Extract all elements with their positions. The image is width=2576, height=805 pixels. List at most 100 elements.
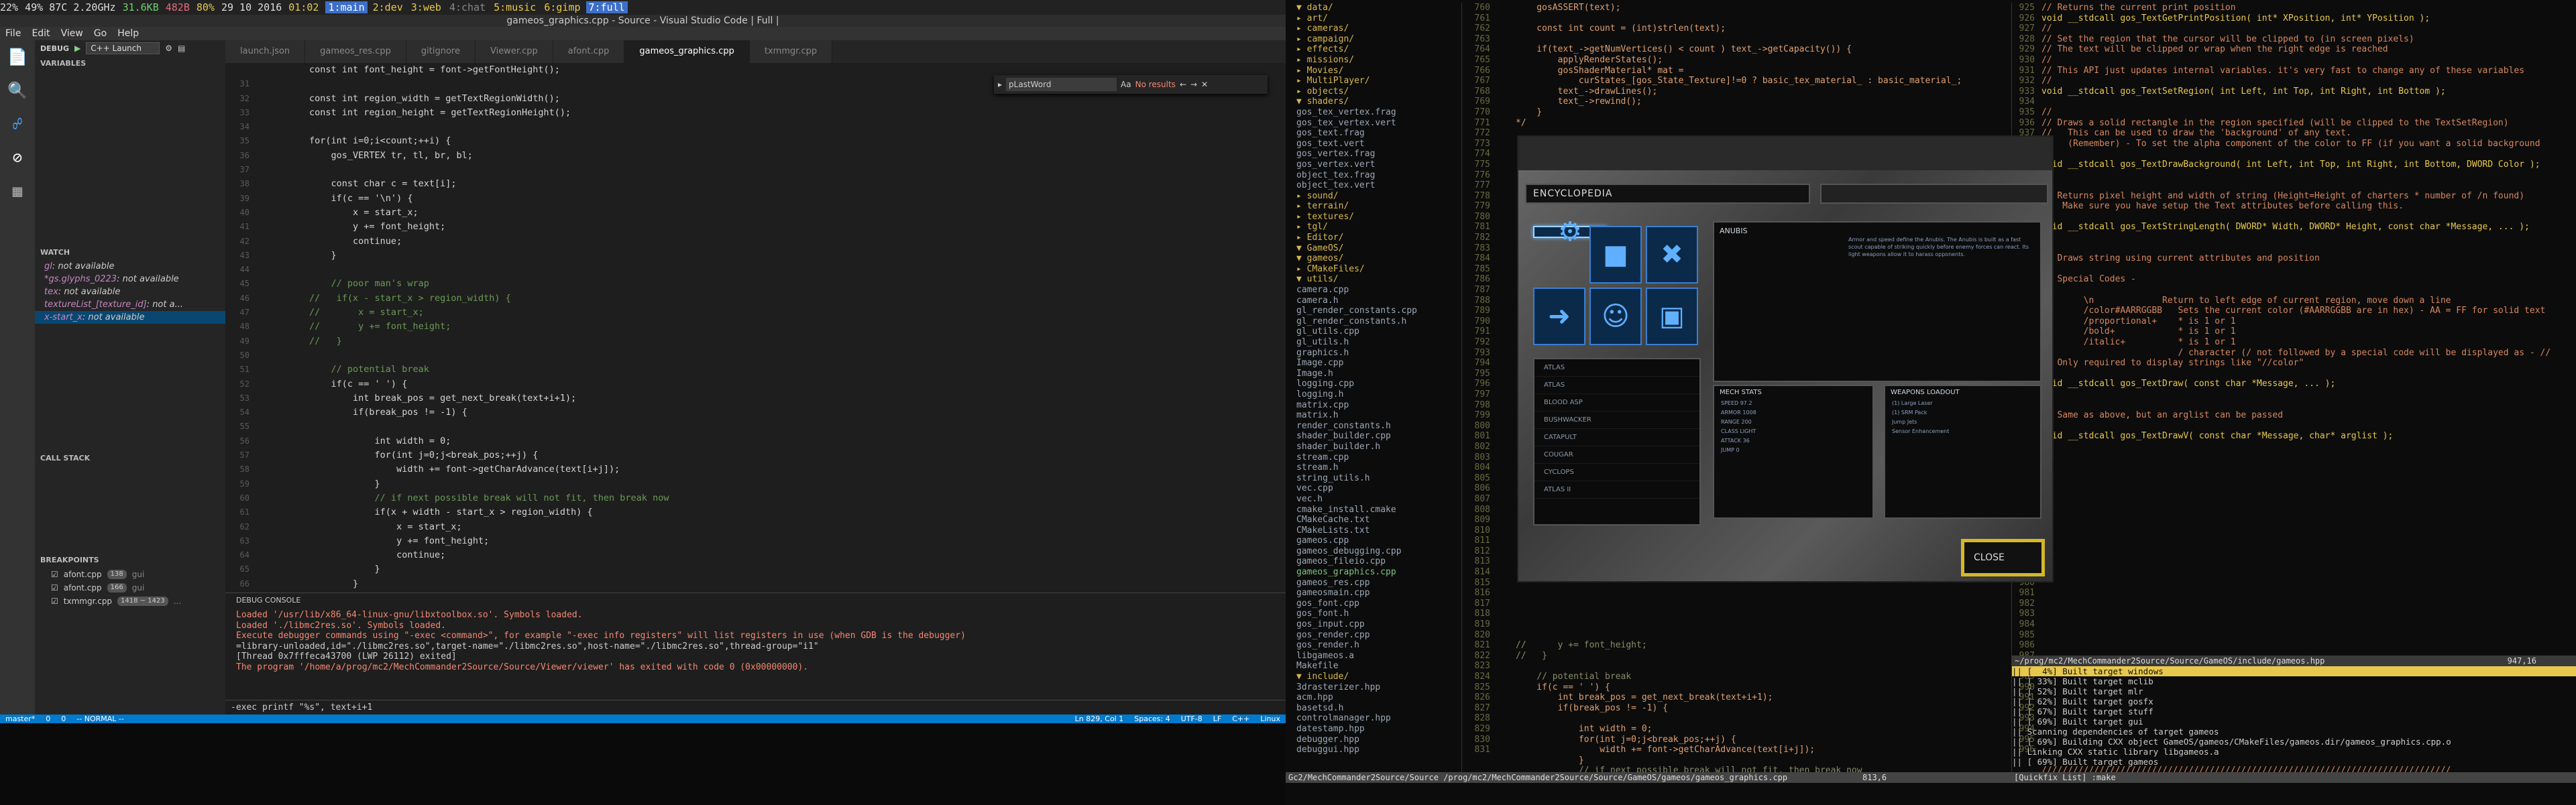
search-icon[interactable]: 🔍 bbox=[0, 74, 35, 107]
code-line[interactable] bbox=[1516, 661, 1999, 672]
unit-list-item[interactable]: COUGAR bbox=[1534, 446, 1699, 464]
code-line[interactable]: // /color#AARRGGBB Sets the current colo… bbox=[2041, 306, 2571, 316]
code-line[interactable]: gosASSERT(text); bbox=[1516, 3, 1999, 13]
code-line[interactable]: gos_VERTEX tr, tl, br, bl; bbox=[266, 149, 1272, 163]
code-line[interactable]: // potential break bbox=[1516, 672, 1999, 682]
code-line[interactable]: // \n Return to left edge of current reg… bbox=[2041, 296, 2571, 306]
tree-item[interactable]: gos_font.cpp bbox=[1296, 599, 1467, 609]
code-line[interactable]: // bbox=[2041, 55, 2571, 66]
quickfix-item[interactable]: || [ 52%] Built target mlr bbox=[2012, 686, 2576, 696]
watch-item-selected[interactable]: x-start_x: not available bbox=[35, 311, 225, 324]
tree-item[interactable]: render_constants.h bbox=[1296, 421, 1467, 432]
tree-item[interactable]: matrix.cpp bbox=[1296, 400, 1467, 411]
code-line[interactable]: // if(x - start_x > region_width) { bbox=[266, 292, 1272, 306]
quickfix-item[interactable]: || Scanning dependencies of target gameo… bbox=[2012, 727, 2576, 737]
tree-item[interactable]: ▼ include/ bbox=[1296, 672, 1467, 682]
code-line[interactable] bbox=[2041, 609, 2571, 619]
code-line[interactable] bbox=[2041, 588, 2571, 599]
code-line[interactable]: const int region_height = getTextRegionH… bbox=[266, 106, 1272, 120]
code-line[interactable]: // Draws a solid rectangle in the region… bbox=[2041, 118, 2571, 129]
code-line[interactable]: */ bbox=[1516, 118, 1999, 129]
code-line[interactable]: curStates_[gos_State_Texture]!=0 ? basic… bbox=[1516, 76, 1999, 86]
tree-item[interactable]: matrix.h bbox=[1296, 410, 1467, 421]
tree-item[interactable]: ▸ CMakeFiles/ bbox=[1296, 264, 1467, 275]
code-line[interactable]: // y += font_height; bbox=[266, 320, 1272, 334]
code-line[interactable]: // bbox=[2041, 421, 2571, 432]
tree-item[interactable]: gos_tex_vertex.frag bbox=[1296, 107, 1467, 118]
unit-list-item[interactable]: ATLAS bbox=[1534, 359, 1699, 377]
tree-item[interactable]: ▸ textures/ bbox=[1296, 212, 1467, 223]
tree-item[interactable]: ▸ tgl/ bbox=[1296, 222, 1467, 233]
code-content[interactable]: const int font_height = font->getFontHei… bbox=[266, 63, 1272, 593]
code-line[interactable]: } bbox=[266, 249, 1272, 263]
code-line[interactable]: if(c == ' ') { bbox=[1516, 682, 1999, 693]
match-case-icon[interactable]: Aa bbox=[1121, 80, 1131, 89]
tree-item[interactable]: ▸ objects/ bbox=[1296, 86, 1467, 97]
tab-txmmgr[interactable]: txmmgr.cpp bbox=[749, 40, 833, 63]
tree-item[interactable]: logging.cpp bbox=[1296, 379, 1467, 389]
tree-item[interactable]: basetsd.h bbox=[1296, 703, 1467, 714]
tree-item[interactable]: object_tex.frag bbox=[1296, 170, 1467, 181]
code-line[interactable]: // bbox=[2041, 369, 2571, 379]
code-line[interactable]: // } bbox=[1516, 651, 1999, 662]
tree-item[interactable]: debugger.hpp bbox=[1296, 735, 1467, 745]
code-line[interactable]: void __stdcall gos_TextGetPrintPosition(… bbox=[2041, 13, 2571, 24]
code-line[interactable] bbox=[1516, 630, 1999, 641]
play-icon[interactable]: ▶ bbox=[74, 44, 80, 53]
tree-item[interactable]: ▼ shaders/ bbox=[1296, 97, 1467, 107]
code-line[interactable]: for(int j=0;j<break_pos;++j) { bbox=[266, 448, 1272, 462]
tree-item[interactable]: libgameos.a bbox=[1296, 651, 1467, 662]
code-line[interactable]: void __stdcall gos_TextStringLength( DWO… bbox=[2041, 222, 2571, 233]
pilot-icon[interactable]: ☺ bbox=[1589, 288, 1642, 345]
cursor-position[interactable]: Ln 829, Col 1 bbox=[1070, 715, 1129, 723]
file-tree[interactable]: ▼ data/ ▸ art/ ▸ cameras/ ▸ campaign/ ▸ … bbox=[1296, 3, 1467, 775]
tree-item[interactable]: gos_text.vert bbox=[1296, 139, 1467, 149]
code-line[interactable]: // bbox=[2041, 149, 2571, 160]
code-line[interactable]: int width = 0; bbox=[266, 434, 1272, 448]
breakpoint-item[interactable]: ☑ afont.cpp 166 gui bbox=[35, 581, 225, 595]
tree-item[interactable]: gameos_res.cpp bbox=[1296, 578, 1467, 589]
code-line[interactable]: } bbox=[266, 562, 1272, 576]
code-line[interactable]: // Returns pixel height and width of str… bbox=[2041, 191, 2571, 202]
tab-gitignore[interactable]: gitignore bbox=[406, 40, 475, 63]
code-line[interactable]: if(break_pos != -1) { bbox=[266, 406, 1272, 420]
os-label[interactable]: Linux bbox=[1255, 715, 1286, 723]
code-line[interactable] bbox=[2041, 640, 2571, 651]
code-line[interactable]: } bbox=[266, 577, 1272, 591]
workspace-3[interactable]: 3:web bbox=[408, 1, 444, 13]
tab-gameos-res[interactable]: gameos_res.cpp bbox=[305, 40, 406, 63]
prev-match-icon[interactable]: ← bbox=[1180, 80, 1186, 89]
menu-go[interactable]: Go bbox=[89, 28, 112, 39]
unit-list-item[interactable]: ATLAS bbox=[1534, 377, 1699, 394]
tree-item[interactable]: CMakeLists.txt bbox=[1296, 525, 1467, 536]
tree-item[interactable]: stream.h bbox=[1296, 462, 1467, 473]
workspace-7[interactable]: 7:full bbox=[585, 1, 628, 13]
code-line[interactable]: // bbox=[2041, 23, 2571, 34]
code-line[interactable]: // Make sure you have setup the Text att… bbox=[2041, 201, 2571, 212]
code-line[interactable]: } bbox=[1516, 755, 1999, 766]
tree-item[interactable]: logging.h bbox=[1296, 389, 1467, 400]
quickfix-list[interactable]: || [ 4%] Built target windows || [ 33%] B… bbox=[2012, 666, 2576, 773]
code-line[interactable]: int break_pos = get_next_break(text+i+1)… bbox=[266, 391, 1272, 406]
expand-icon[interactable]: ▸ bbox=[998, 80, 1002, 89]
tab-gameos-graphics[interactable]: gameos_graphics.cpp bbox=[624, 40, 750, 63]
unit-list-item[interactable]: CYCLOPS bbox=[1534, 464, 1699, 481]
unit-list-item[interactable]: CATAPULT bbox=[1534, 429, 1699, 446]
tree-item[interactable]: object_tex.vert bbox=[1296, 180, 1467, 191]
code-line[interactable]: void __stdcall gos_TextDrawBackground( i… bbox=[2041, 160, 2571, 170]
tab-viewer[interactable]: Viewer.cpp bbox=[475, 40, 553, 63]
code-line[interactable] bbox=[2041, 389, 2571, 400]
code-line[interactable]: // bbox=[2041, 212, 2571, 223]
tree-item[interactable]: graphics.h bbox=[1296, 348, 1467, 359]
tree-item[interactable]: gos_input.cpp bbox=[1296, 619, 1467, 630]
tree-item[interactable]: gameos_debugging.cpp bbox=[1296, 546, 1467, 557]
tree-item[interactable]: ▸ sound/ bbox=[1296, 191, 1467, 202]
code-line[interactable]: applyRenderStates(); bbox=[1516, 55, 1999, 66]
tree-item[interactable]: gameosmain.cpp bbox=[1296, 588, 1467, 599]
code-line[interactable]: // bbox=[2041, 400, 2571, 411]
tree-item[interactable]: ▼ data/ bbox=[1296, 3, 1467, 13]
tab-afont[interactable]: afont.cpp bbox=[553, 40, 625, 63]
git-branch[interactable]: master* bbox=[0, 715, 40, 723]
code-line[interactable]: continue; bbox=[266, 235, 1272, 249]
code-line[interactable] bbox=[1516, 599, 1999, 609]
